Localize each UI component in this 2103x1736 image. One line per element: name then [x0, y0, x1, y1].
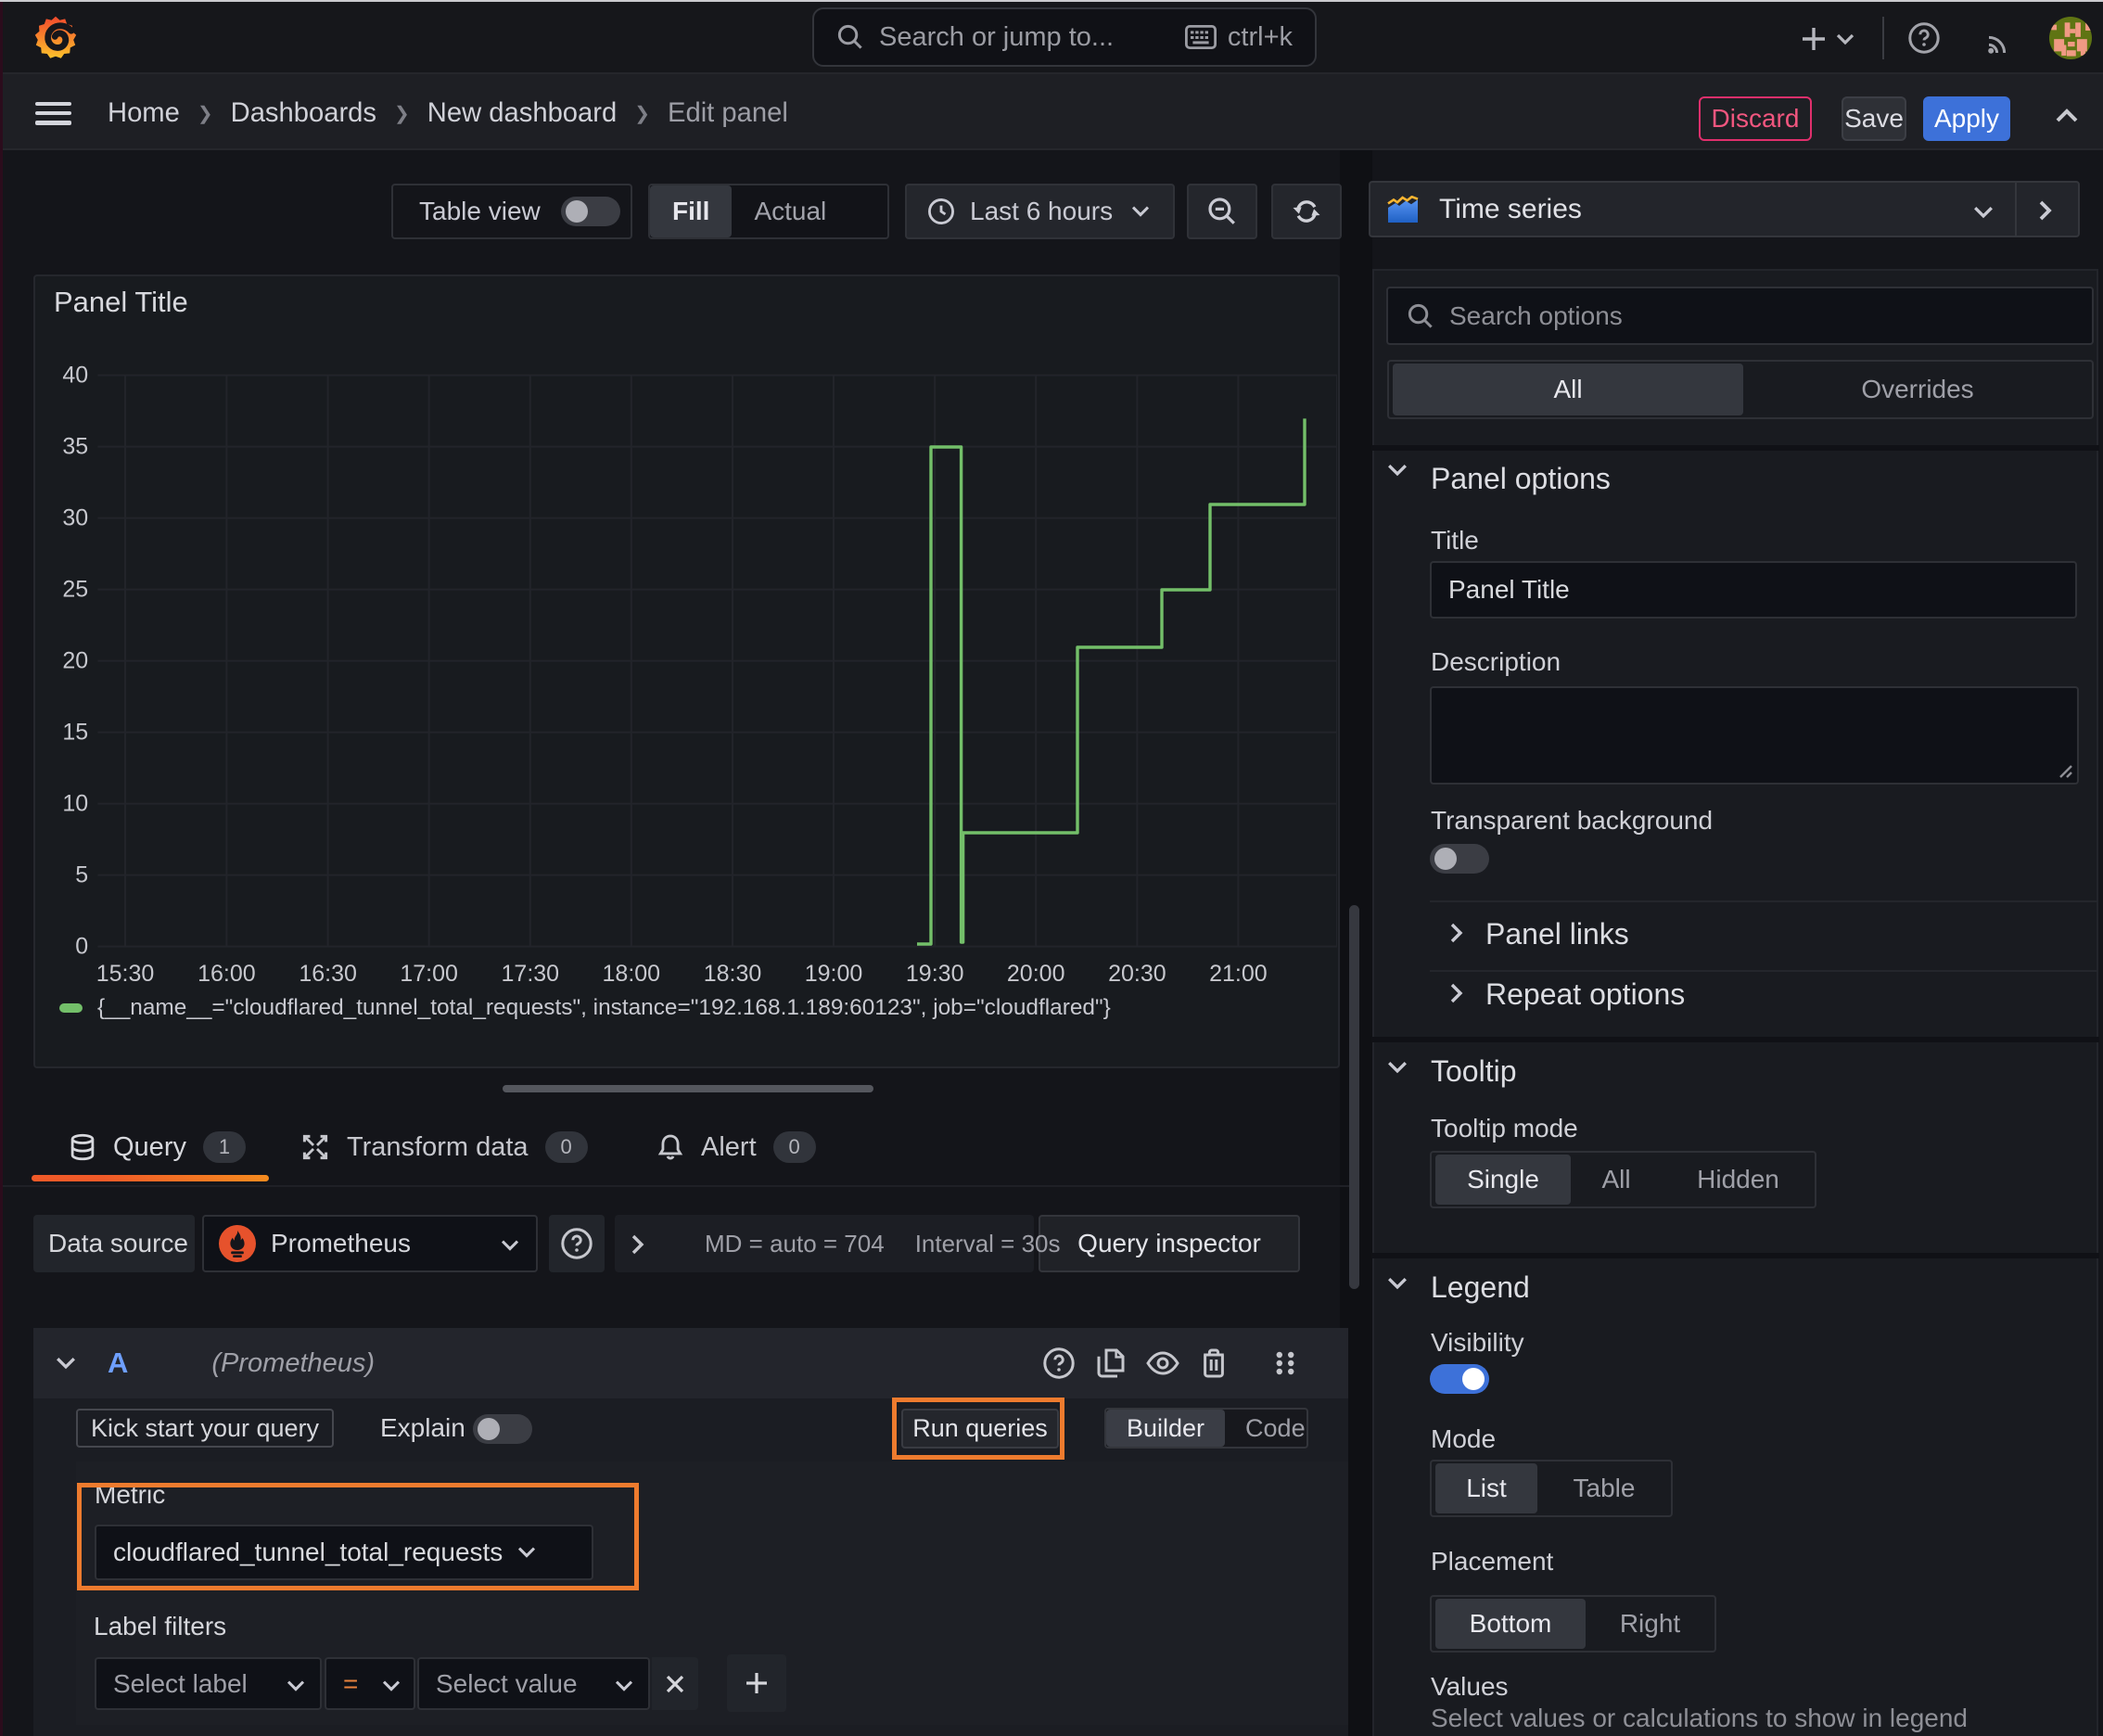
svg-text:40: 40 — [62, 363, 88, 389]
svg-text:16:00: 16:00 — [198, 961, 256, 987]
svg-text:5: 5 — [75, 862, 88, 888]
svg-text:20:30: 20:30 — [1108, 961, 1166, 987]
svg-text:20: 20 — [62, 648, 88, 674]
svg-text:15:30: 15:30 — [96, 961, 155, 987]
svg-text:17:30: 17:30 — [502, 961, 560, 987]
svg-text:20:00: 20:00 — [1007, 961, 1065, 987]
svg-text:18:30: 18:30 — [704, 961, 762, 987]
svg-text:16:30: 16:30 — [299, 961, 357, 987]
svg-text:18:00: 18:00 — [603, 961, 661, 987]
svg-text:19:30: 19:30 — [906, 961, 964, 987]
svg-text:19:00: 19:00 — [805, 961, 863, 987]
svg-text:15: 15 — [62, 720, 88, 746]
svg-text:25: 25 — [62, 577, 88, 603]
svg-text:17:00: 17:00 — [400, 961, 458, 987]
svg-text:35: 35 — [62, 434, 88, 460]
svg-text:10: 10 — [62, 791, 88, 817]
svg-text:30: 30 — [62, 505, 88, 531]
svg-text:0: 0 — [75, 934, 88, 960]
svg-text:21:00: 21:00 — [1209, 961, 1268, 987]
